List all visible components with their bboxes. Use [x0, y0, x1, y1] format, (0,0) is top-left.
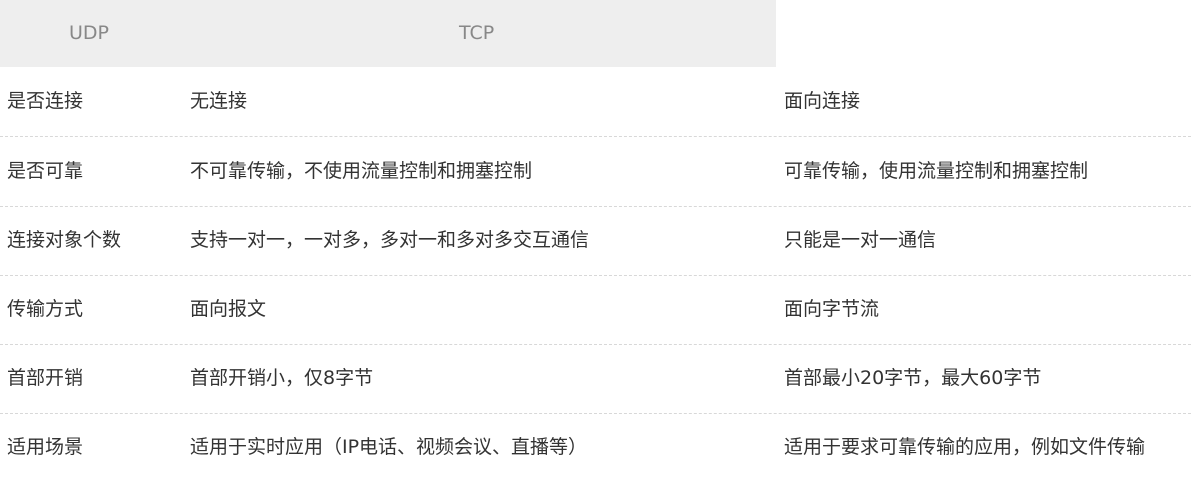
- row-feature: 连接对象个数: [7, 229, 122, 251]
- row-tcp-value: 首部最小20字节，最大60字节: [784, 367, 1042, 389]
- table-row: 传输方式 面向报文 面向字节流: [0, 275, 1191, 345]
- row-udp-value: 支持一对一，一对多，多对一和多对多交互通信: [190, 229, 590, 251]
- row-feature: 是否连接: [7, 90, 84, 112]
- table-header: UDP TCP: [0, 0, 776, 67]
- comparison-table: UDP TCP 是否连接 无连接 面向连接 是否可靠 不可靠传输，不使用流量控制…: [0, 0, 1191, 469]
- row-udp-value: 面向报文: [190, 298, 267, 320]
- row-udp-value: 首部开销小，仅8字节: [190, 367, 374, 389]
- row-udp-value: 不可靠传输，不使用流量控制和拥塞控制: [190, 160, 533, 182]
- table-row: 适用场景 适用于实时应用（IP电话、视频会议、直播等） 适用于要求可靠传输的应用…: [0, 413, 1191, 469]
- row-feature: 适用场景: [7, 436, 84, 458]
- row-tcp-value: 只能是一对一通信: [784, 229, 937, 251]
- row-feature: 是否可靠: [7, 160, 84, 182]
- row-tcp-value: 面向连接: [784, 90, 861, 112]
- header-tcp: TCP: [459, 22, 495, 44]
- table-row: 是否可靠 不可靠传输，不使用流量控制和拥塞控制 可靠传输，使用流量控制和拥塞控制: [0, 137, 1191, 207]
- table-row: 首部开销 首部开销小，仅8字节 首部最小20字节，最大60字节: [0, 344, 1191, 414]
- table-row: 是否连接 无连接 面向连接: [0, 67, 1191, 137]
- row-udp-value: 无连接: [190, 90, 248, 112]
- row-tcp-value: 适用于要求可靠传输的应用，例如文件传输: [784, 436, 1146, 458]
- row-tcp-value: 可靠传输，使用流量控制和拥塞控制: [784, 160, 1089, 182]
- row-udp-value: 适用于实时应用（IP电话、视频会议、直播等）: [190, 436, 588, 458]
- header-udp: UDP: [69, 22, 109, 44]
- row-tcp-value: 面向字节流: [784, 298, 880, 320]
- row-feature: 传输方式: [7, 298, 84, 320]
- table-row: 连接对象个数 支持一对一，一对多，多对一和多对多交互通信 只能是一对一通信: [0, 206, 1191, 276]
- row-feature: 首部开销: [7, 367, 84, 389]
